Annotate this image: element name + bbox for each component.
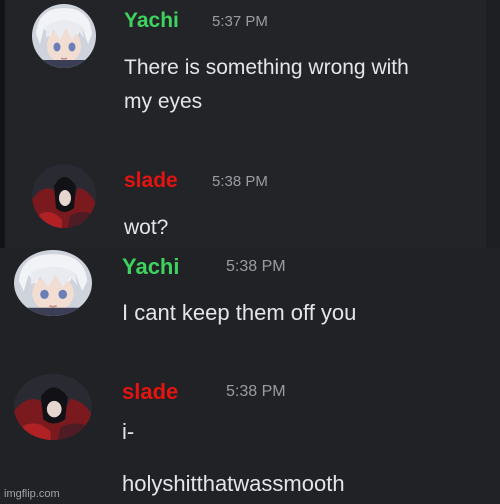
message-text: wot? — [124, 216, 169, 239]
imgflip-watermark: imgflip.com — [4, 488, 60, 500]
message-text: i- — [122, 419, 135, 444]
message-text: my eyes — [124, 90, 203, 113]
message-author[interactable]: slade — [122, 380, 178, 404]
panel-edge — [0, 0, 5, 248]
message-timestamp: 5:38 PM — [226, 383, 286, 400]
message-author[interactable]: Yachi — [124, 9, 179, 33]
white-haired-anime-avatar-icon — [32, 4, 96, 68]
white-haired-anime-avatar-icon — [14, 250, 92, 316]
chat-panel-bottom: Yachi 5:38 PM I cant keep them off you s… — [0, 248, 500, 504]
dark-red-cloak-avatar-icon — [32, 164, 96, 228]
avatar-yachi[interactable] — [32, 4, 96, 68]
message-author[interactable]: Yachi — [122, 255, 179, 279]
message-timestamp: 5:38 PM — [212, 173, 268, 190]
message-text: There is something wrong with — [124, 56, 409, 79]
chat-panel-top: Yachi 5:37 PM There is something wrong w… — [0, 0, 486, 248]
avatar-slade[interactable] — [14, 374, 92, 440]
avatar-slade[interactable] — [32, 164, 96, 228]
dark-red-cloak-avatar-icon — [14, 374, 92, 440]
message-text: I cant keep them off you — [122, 300, 357, 325]
message-text: holyshitthatwassmooth — [122, 471, 345, 496]
message-author[interactable]: slade — [124, 169, 178, 193]
avatar-yachi[interactable] — [14, 250, 92, 316]
message-timestamp: 5:37 PM — [212, 13, 268, 30]
message-timestamp: 5:38 PM — [226, 258, 286, 275]
